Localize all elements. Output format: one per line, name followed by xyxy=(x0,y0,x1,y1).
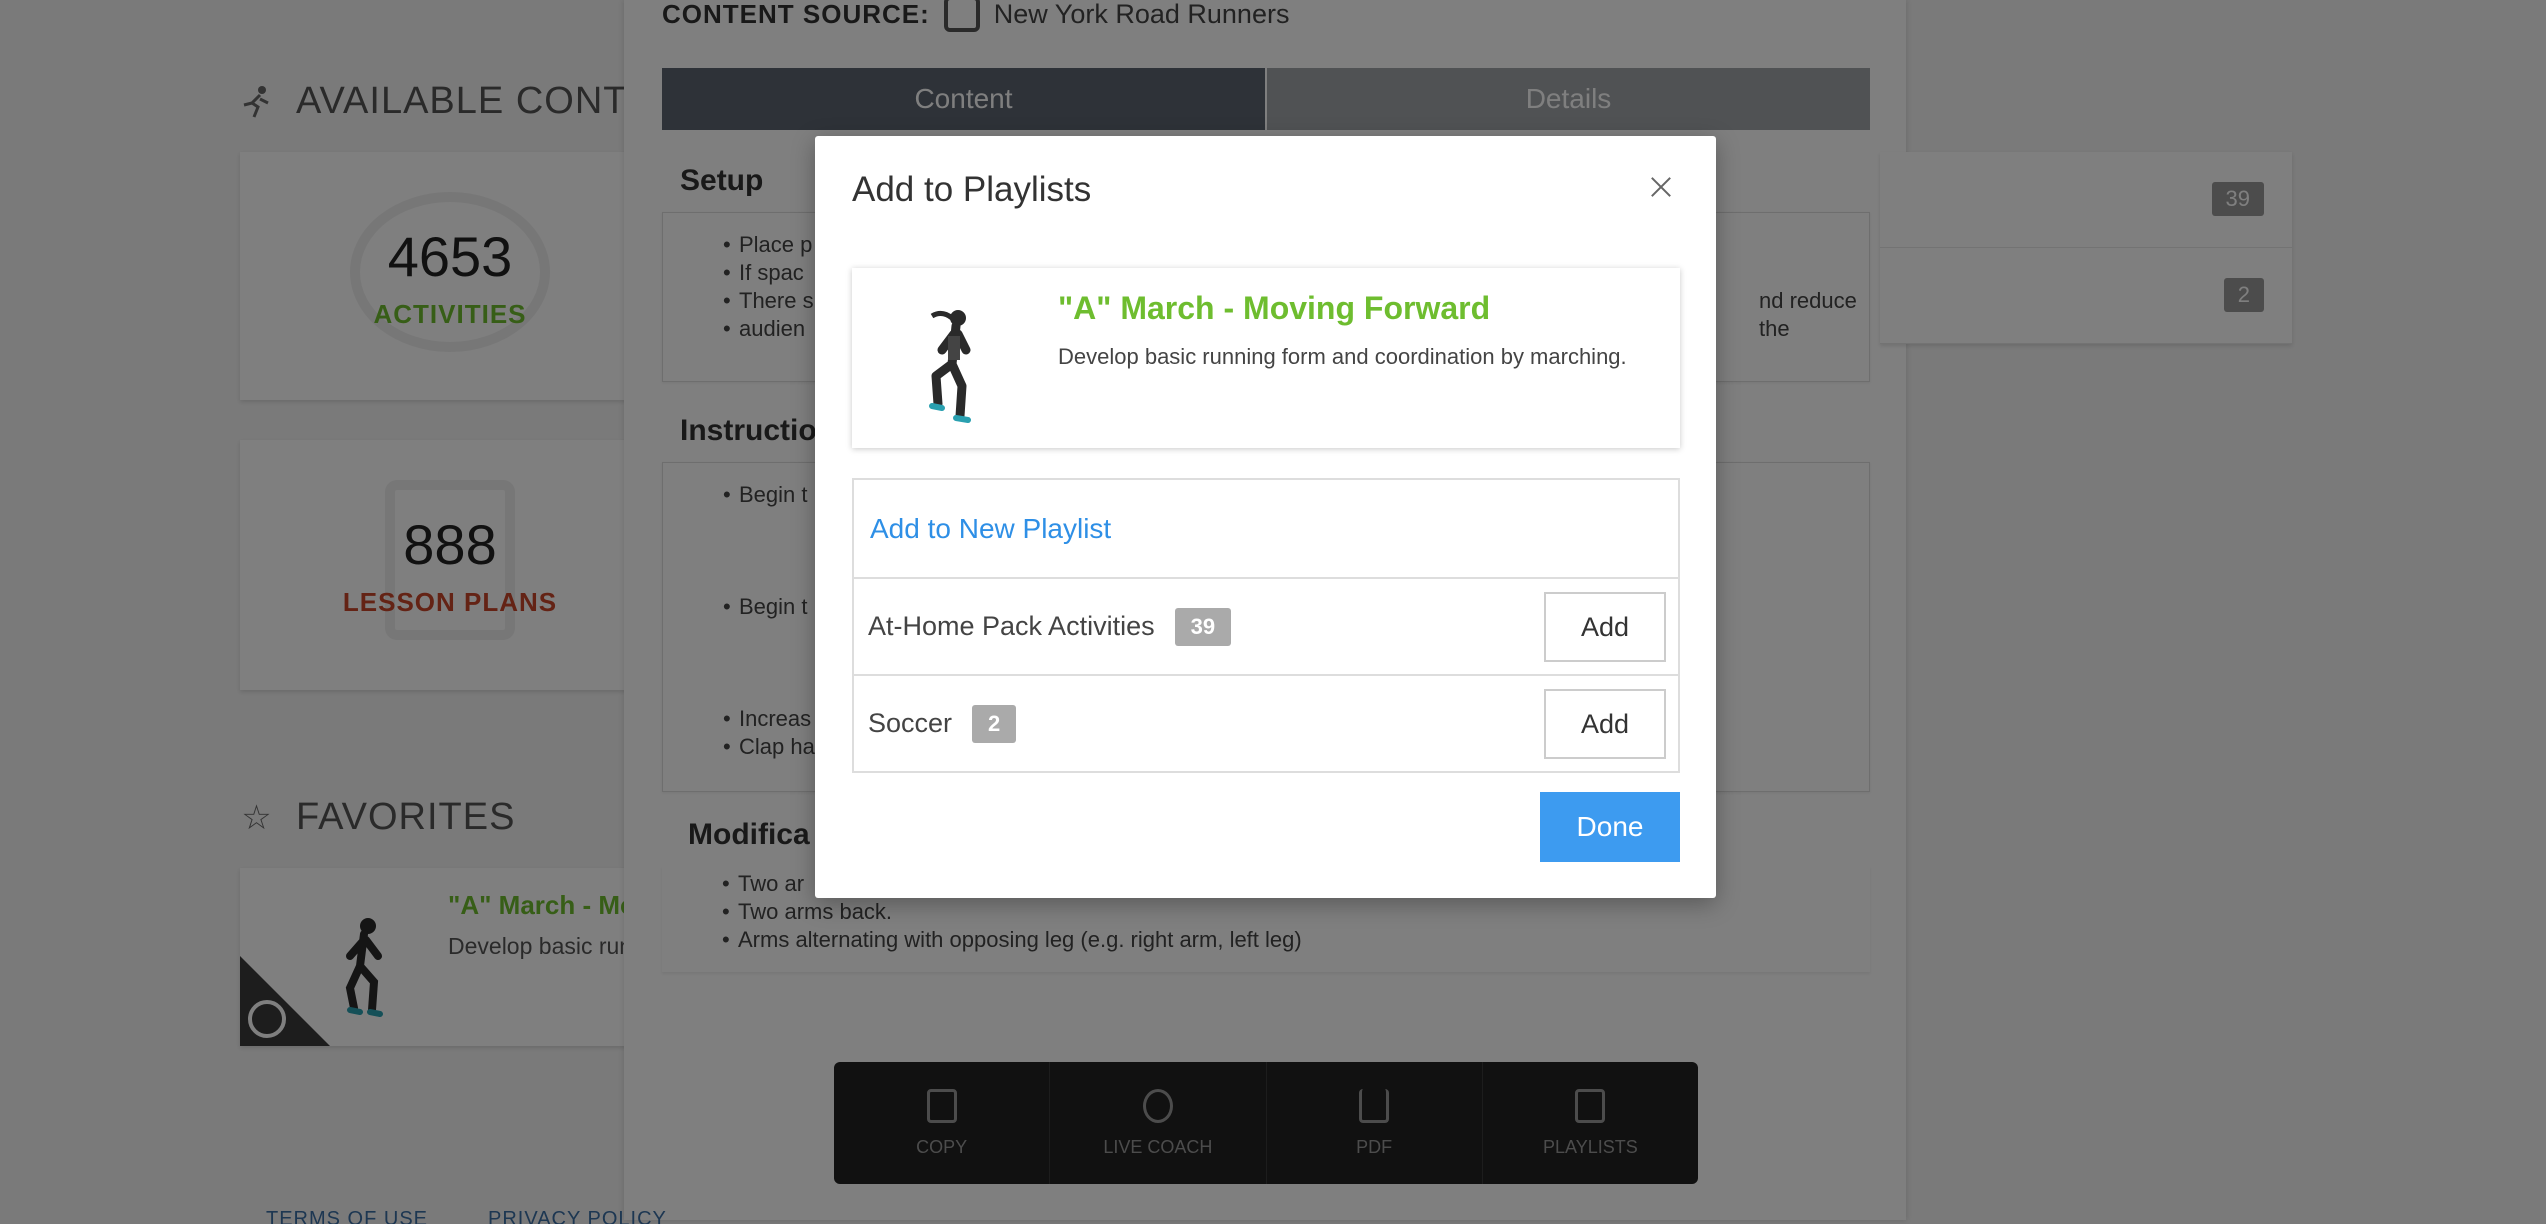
add-button[interactable]: Add xyxy=(1544,592,1666,662)
activity-title: "A" March - Moving Forward xyxy=(1058,290,1491,326)
runner-thumbnail xyxy=(929,310,971,423)
close-icon[interactable] xyxy=(1645,172,1677,204)
playlist-name: Soccer xyxy=(868,708,953,738)
add-to-new-playlist-link[interactable]: Add to New Playlist xyxy=(870,513,1111,545)
activity-card: "A" March - Moving Forward Develop basic… xyxy=(852,268,1680,448)
new-playlist-row: Add to New Playlist xyxy=(854,480,1678,577)
playlist-count-badge: 39 xyxy=(1174,607,1232,646)
playlist-name: At-Home Pack Activities xyxy=(868,611,1155,641)
activity-desc: Develop basic running form and coordinat… xyxy=(1058,344,1627,369)
add-to-playlists-modal: Add to Playlists "A" March - Moving Forw… xyxy=(815,136,1716,898)
add-button[interactable]: Add xyxy=(1544,689,1666,759)
playlist-count-badge: 2 xyxy=(972,704,1017,743)
playlist-table: Add to New Playlist At-Home Pack Activit… xyxy=(852,478,1680,773)
done-button[interactable]: Done xyxy=(1540,792,1680,862)
table-row: Soccer 2 Add xyxy=(854,674,1678,771)
modal-title: Add to Playlists xyxy=(852,170,1092,209)
table-row: At-Home Pack Activities 39 Add xyxy=(854,577,1678,674)
